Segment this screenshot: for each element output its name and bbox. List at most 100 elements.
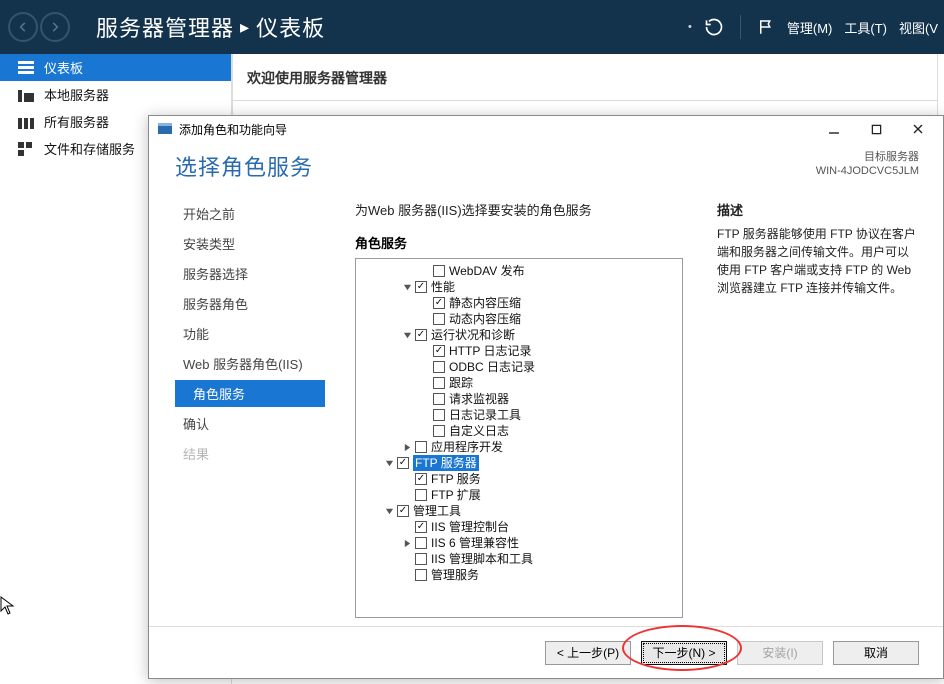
expander-spacer <box>420 266 431 277</box>
tree-node-label[interactable]: 应用程序开发 <box>431 439 503 455</box>
tree-checkbox[interactable] <box>397 505 409 517</box>
tree-row[interactable]: 管理工具 <box>358 503 680 519</box>
tree-node-label[interactable]: 管理工具 <box>413 503 461 519</box>
collapse-icon[interactable] <box>402 282 413 293</box>
flag-icon[interactable] <box>757 18 775 36</box>
tree-checkbox[interactable] <box>415 281 427 293</box>
refresh-icon[interactable] <box>704 17 724 37</box>
tree-checkbox[interactable] <box>433 361 445 373</box>
tree-node-label[interactable]: 请求监视器 <box>449 391 509 407</box>
expand-icon[interactable] <box>402 442 413 453</box>
tree-checkbox[interactable] <box>415 489 427 501</box>
tree-checkbox[interactable] <box>433 265 445 277</box>
tree-row[interactable]: 日志记录工具 <box>358 407 680 423</box>
wizard-step[interactable]: 服务器选择 <box>175 260 325 287</box>
minimize-button[interactable] <box>813 118 855 140</box>
tree-checkbox[interactable] <box>415 473 427 485</box>
expand-icon[interactable] <box>402 538 413 549</box>
tree-row[interactable]: IIS 6 管理兼容性 <box>358 535 680 551</box>
maximize-button[interactable] <box>855 118 897 140</box>
tree-checkbox[interactable] <box>433 345 445 357</box>
tree-row[interactable]: 请求监视器 <box>358 391 680 407</box>
tree-checkbox[interactable] <box>415 537 427 549</box>
tree-row[interactable]: ODBC 日志记录 <box>358 359 680 375</box>
wizard-step[interactable]: Web 服务器角色(IIS) <box>175 350 325 377</box>
tree-checkbox[interactable] <box>415 329 427 341</box>
sidebar-item[interactable]: 仪表板 <box>0 54 231 81</box>
wizard-step[interactable]: 确认 <box>175 410 325 437</box>
tree-row[interactable]: FTP 服务 <box>358 471 680 487</box>
tree-row[interactable]: 跟踪 <box>358 375 680 391</box>
expander-spacer <box>420 410 431 421</box>
bars-icon <box>18 61 34 75</box>
tree-node-label[interactable]: 运行状况和诊断 <box>431 327 515 343</box>
tree-row[interactable]: HTTP 日志记录 <box>358 343 680 359</box>
tree-checkbox[interactable] <box>433 409 445 421</box>
tree-node-label[interactable]: 静态内容压缩 <box>449 295 521 311</box>
tree-node-label[interactable]: HTTP 日志记录 <box>449 343 531 359</box>
menu-tools[interactable]: 工具(T) <box>844 18 887 37</box>
sidebar-item-label: 文件和存储服务 <box>44 139 135 158</box>
tree-row[interactable]: FTP 扩展 <box>358 487 680 503</box>
tree-node-label[interactable]: ODBC 日志记录 <box>449 359 535 375</box>
nav-forward-button[interactable] <box>40 12 70 42</box>
collapse-icon[interactable] <box>402 330 413 341</box>
collapse-icon[interactable] <box>384 458 395 469</box>
tree-row[interactable]: IIS 管理控制台 <box>358 519 680 535</box>
tree-node-label[interactable]: FTP 服务 <box>431 471 481 487</box>
tree-row[interactable]: 管理服务 <box>358 567 680 583</box>
tree-checkbox[interactable] <box>433 393 445 405</box>
tree-checkbox[interactable] <box>433 425 445 437</box>
tree-node-label[interactable]: 动态内容压缩 <box>449 311 521 327</box>
destination-info: 目标服务器 WIN-4JODCVC5JLM <box>816 150 919 182</box>
sidebar-item-label: 所有服务器 <box>44 112 109 131</box>
tree-row[interactable]: WebDAV 发布 <box>358 263 680 279</box>
nav-back-button[interactable] <box>8 12 38 42</box>
stor-icon <box>18 142 34 156</box>
collapse-icon[interactable] <box>384 506 395 517</box>
wizard-step[interactable]: 功能 <box>175 320 325 347</box>
tree-row[interactable]: 自定义日志 <box>358 423 680 439</box>
tree-checkbox[interactable] <box>415 569 427 581</box>
tree-node-label[interactable]: IIS 6 管理兼容性 <box>431 535 519 551</box>
tree-row[interactable]: 动态内容压缩 <box>358 311 680 327</box>
tree-row[interactable]: 静态内容压缩 <box>358 295 680 311</box>
tree-node-label[interactable]: 性能 <box>431 279 455 295</box>
tree-checkbox[interactable] <box>415 521 427 533</box>
tree-node-label[interactable]: 自定义日志 <box>449 423 509 439</box>
previous-button[interactable]: < 上一步(P) <box>545 641 631 665</box>
wizard-step[interactable]: 开始之前 <box>175 200 325 227</box>
cancel-button[interactable]: 取消 <box>833 641 919 665</box>
tree-node-label[interactable]: 跟踪 <box>449 375 473 391</box>
tree-checkbox[interactable] <box>433 313 445 325</box>
tree-node-label[interactable]: FTP 服务器 <box>413 455 479 471</box>
tree-row[interactable]: FTP 服务器 <box>358 455 680 471</box>
tree-node-label[interactable]: 日志记录工具 <box>449 407 521 423</box>
tree-node-label[interactable]: IIS 管理脚本和工具 <box>431 551 533 567</box>
tree-row[interactable]: 性能 <box>358 279 680 295</box>
tree-node-label[interactable]: 管理服务 <box>431 567 479 583</box>
tree-row[interactable]: 运行状况和诊断 <box>358 327 680 343</box>
role-services-tree[interactable]: WebDAV 发布性能静态内容压缩动态内容压缩运行状况和诊断HTTP 日志记录O… <box>355 258 683 618</box>
tree-checkbox[interactable] <box>433 377 445 389</box>
tree-node-label[interactable]: WebDAV 发布 <box>449 263 525 279</box>
tree-row[interactable]: IIS 管理脚本和工具 <box>358 551 680 567</box>
tree-checkbox[interactable] <box>397 457 409 469</box>
wizard-step[interactable]: 服务器角色 <box>175 290 325 317</box>
wizard-step[interactable]: 角色服务 <box>175 380 325 407</box>
close-button[interactable] <box>897 118 939 140</box>
wizard-icon <box>157 121 173 137</box>
menu-view[interactable]: 视图(V <box>899 18 938 37</box>
tree-node-label[interactable]: IIS 管理控制台 <box>431 519 509 535</box>
tree-row[interactable]: 应用程序开发 <box>358 439 680 455</box>
next-button[interactable]: 下一步(N) > <box>641 641 727 665</box>
wizard-step[interactable]: 安装类型 <box>175 230 325 257</box>
menu-manage[interactable]: 管理(M) <box>787 18 833 37</box>
dialog-titlebar[interactable]: 添加角色和功能向导 <box>149 116 943 142</box>
sidebar-item[interactable]: 本地服务器 <box>0 81 231 108</box>
tree-checkbox[interactable] <box>433 297 445 309</box>
tree-node-label[interactable]: FTP 扩展 <box>431 487 481 503</box>
tree-checkbox[interactable] <box>415 441 427 453</box>
breadcrumb-app: 服务器管理器 <box>96 11 234 43</box>
tree-checkbox[interactable] <box>415 553 427 565</box>
